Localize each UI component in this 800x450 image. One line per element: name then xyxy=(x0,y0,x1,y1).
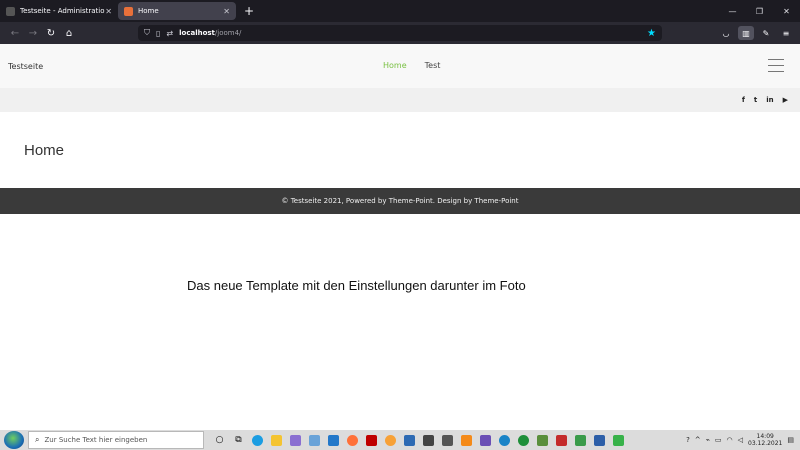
system-tray: ? ^ ⌁ ▭ ◠ ◁ 14:09 03.12.2021 ▤ xyxy=(686,433,800,447)
taskbar-search-input[interactable]: ⌕ Zur Suche Text hier eingeben xyxy=(28,431,204,449)
tab-administration[interactable]: Testseite - Administration ✕ xyxy=(0,0,118,22)
permissions-icon[interactable]: ⇄ xyxy=(166,29,173,38)
window-controls: — ❐ ✕ xyxy=(719,0,800,22)
firefox-icon[interactable] xyxy=(343,432,362,448)
app-icon[interactable] xyxy=(495,432,514,448)
clock[interactable]: 14:09 03.12.2021 xyxy=(748,433,782,447)
twitter-icon[interactable]: t xyxy=(754,96,757,104)
menu-item-test[interactable]: Test xyxy=(425,61,441,70)
vscode-icon[interactable] xyxy=(324,432,343,448)
app-icon[interactable] xyxy=(590,432,609,448)
battery-icon[interactable]: ▭ xyxy=(715,436,722,444)
cortana-icon[interactable]: ○ xyxy=(210,432,229,448)
page-header: Home xyxy=(0,112,800,188)
shield-icon[interactable]: ⛉ xyxy=(144,28,150,38)
youtube-icon[interactable]: ▶ xyxy=(783,96,788,104)
start-button[interactable] xyxy=(4,431,24,449)
close-window-icon[interactable]: ✕ xyxy=(773,7,800,16)
back-arrow-icon[interactable]: ← xyxy=(6,28,24,39)
filezilla-icon[interactable] xyxy=(362,432,381,448)
app-icon[interactable] xyxy=(305,432,324,448)
edge-icon[interactable] xyxy=(248,432,267,448)
tab-close-icon[interactable]: ✕ xyxy=(105,7,112,16)
app-icon[interactable] xyxy=(476,432,495,448)
app-icon[interactable] xyxy=(552,432,571,448)
page-icon[interactable]: ▯ xyxy=(156,29,160,38)
browser-nav-bar: ← → ↻ ⌂ ⛉ ▯ ⇄ localhost/joom4/ ★ ◡ ▥ ✎ ≡ xyxy=(0,22,800,44)
joomla-favicon-icon xyxy=(6,6,15,16)
taskbar: ⌕ Zur Suche Text hier eingeben ○ ⧉ ? ^ ⌁… xyxy=(0,430,800,450)
menu-icon[interactable]: ≡ xyxy=(778,26,794,40)
task-view-icon[interactable]: ⧉ xyxy=(229,432,248,448)
wifi-icon[interactable]: ◠ xyxy=(727,436,733,444)
site-brand[interactable]: Testseite xyxy=(8,62,43,71)
menu-item-home[interactable]: Home xyxy=(383,61,407,70)
tab-title: Home xyxy=(138,7,159,15)
network-icon[interactable]: ⌁ xyxy=(706,436,710,444)
app-icon[interactable] xyxy=(286,432,305,448)
app-icon[interactable] xyxy=(419,432,438,448)
caption-text: Das neue Template mit den Einstellungen … xyxy=(187,278,526,293)
tab-title: Testseite - Administration xyxy=(20,7,106,15)
site-footer: © Testseite 2021, Powered by Theme-Point… xyxy=(0,188,800,214)
pocket-icon[interactable]: ◡ xyxy=(718,26,734,40)
url-bar[interactable]: ⛉ ▯ ⇄ localhost/joom4/ ★ xyxy=(138,25,662,41)
site-header: Testseite Home Test xyxy=(0,44,800,88)
app-icon[interactable] xyxy=(533,432,552,448)
vlc-icon[interactable] xyxy=(457,432,476,448)
notification-icon[interactable]: ▤ xyxy=(787,436,794,444)
url-host: localhost xyxy=(179,29,215,37)
new-tab-button[interactable]: + xyxy=(236,0,262,22)
minimize-icon[interactable]: — xyxy=(719,7,746,16)
linkedin-icon[interactable]: in xyxy=(766,96,773,104)
help-icon[interactable]: ? xyxy=(686,436,690,444)
bookmark-star-icon[interactable]: ★ xyxy=(647,28,656,39)
taskbar-apps: ○ ⧉ xyxy=(210,432,628,448)
hamburger-menu-icon[interactable] xyxy=(768,59,784,77)
sidebar-icon[interactable]: ▥ xyxy=(738,26,754,40)
app-icon[interactable] xyxy=(400,432,419,448)
reload-icon[interactable]: ↻ xyxy=(42,28,60,39)
page-title: Home xyxy=(24,141,65,159)
forward-arrow-icon[interactable]: → xyxy=(24,28,42,39)
facebook-icon[interactable]: f xyxy=(742,96,745,104)
toolbar-right: ◡ ▥ ✎ ≡ xyxy=(718,26,794,40)
tab-close-icon[interactable]: ✕ xyxy=(223,7,230,16)
search-placeholder: Zur Suche Text hier eingeben xyxy=(44,436,148,444)
clock-date: 03.12.2021 xyxy=(748,440,783,447)
main-menu: Home Test xyxy=(383,61,440,70)
chevron-up-icon[interactable]: ^ xyxy=(695,436,701,444)
explorer-icon[interactable] xyxy=(267,432,286,448)
web-page: Testseite Home Test f t in ▶ Home © Test… xyxy=(0,44,800,430)
app-icon[interactable] xyxy=(381,432,400,448)
restore-icon[interactable]: ❐ xyxy=(746,7,773,16)
app-icon[interactable] xyxy=(609,432,628,448)
site-favicon-icon xyxy=(124,6,133,16)
url-path: /joom4/ xyxy=(214,29,242,37)
app-icon[interactable] xyxy=(514,432,533,448)
volume-icon[interactable]: ◁ xyxy=(738,436,743,444)
app-icon[interactable] xyxy=(438,432,457,448)
search-icon: ⌕ xyxy=(35,435,40,444)
clock-time: 14:09 xyxy=(756,433,774,440)
tab-home[interactable]: Home ✕ xyxy=(118,2,236,20)
extensions-icon[interactable]: ✎ xyxy=(758,26,774,40)
app-icon[interactable] xyxy=(571,432,590,448)
social-bar: f t in ▶ xyxy=(0,88,800,112)
browser-tab-bar: Testseite - Administration ✕ Home ✕ + — … xyxy=(0,0,800,22)
home-icon[interactable]: ⌂ xyxy=(60,28,78,39)
